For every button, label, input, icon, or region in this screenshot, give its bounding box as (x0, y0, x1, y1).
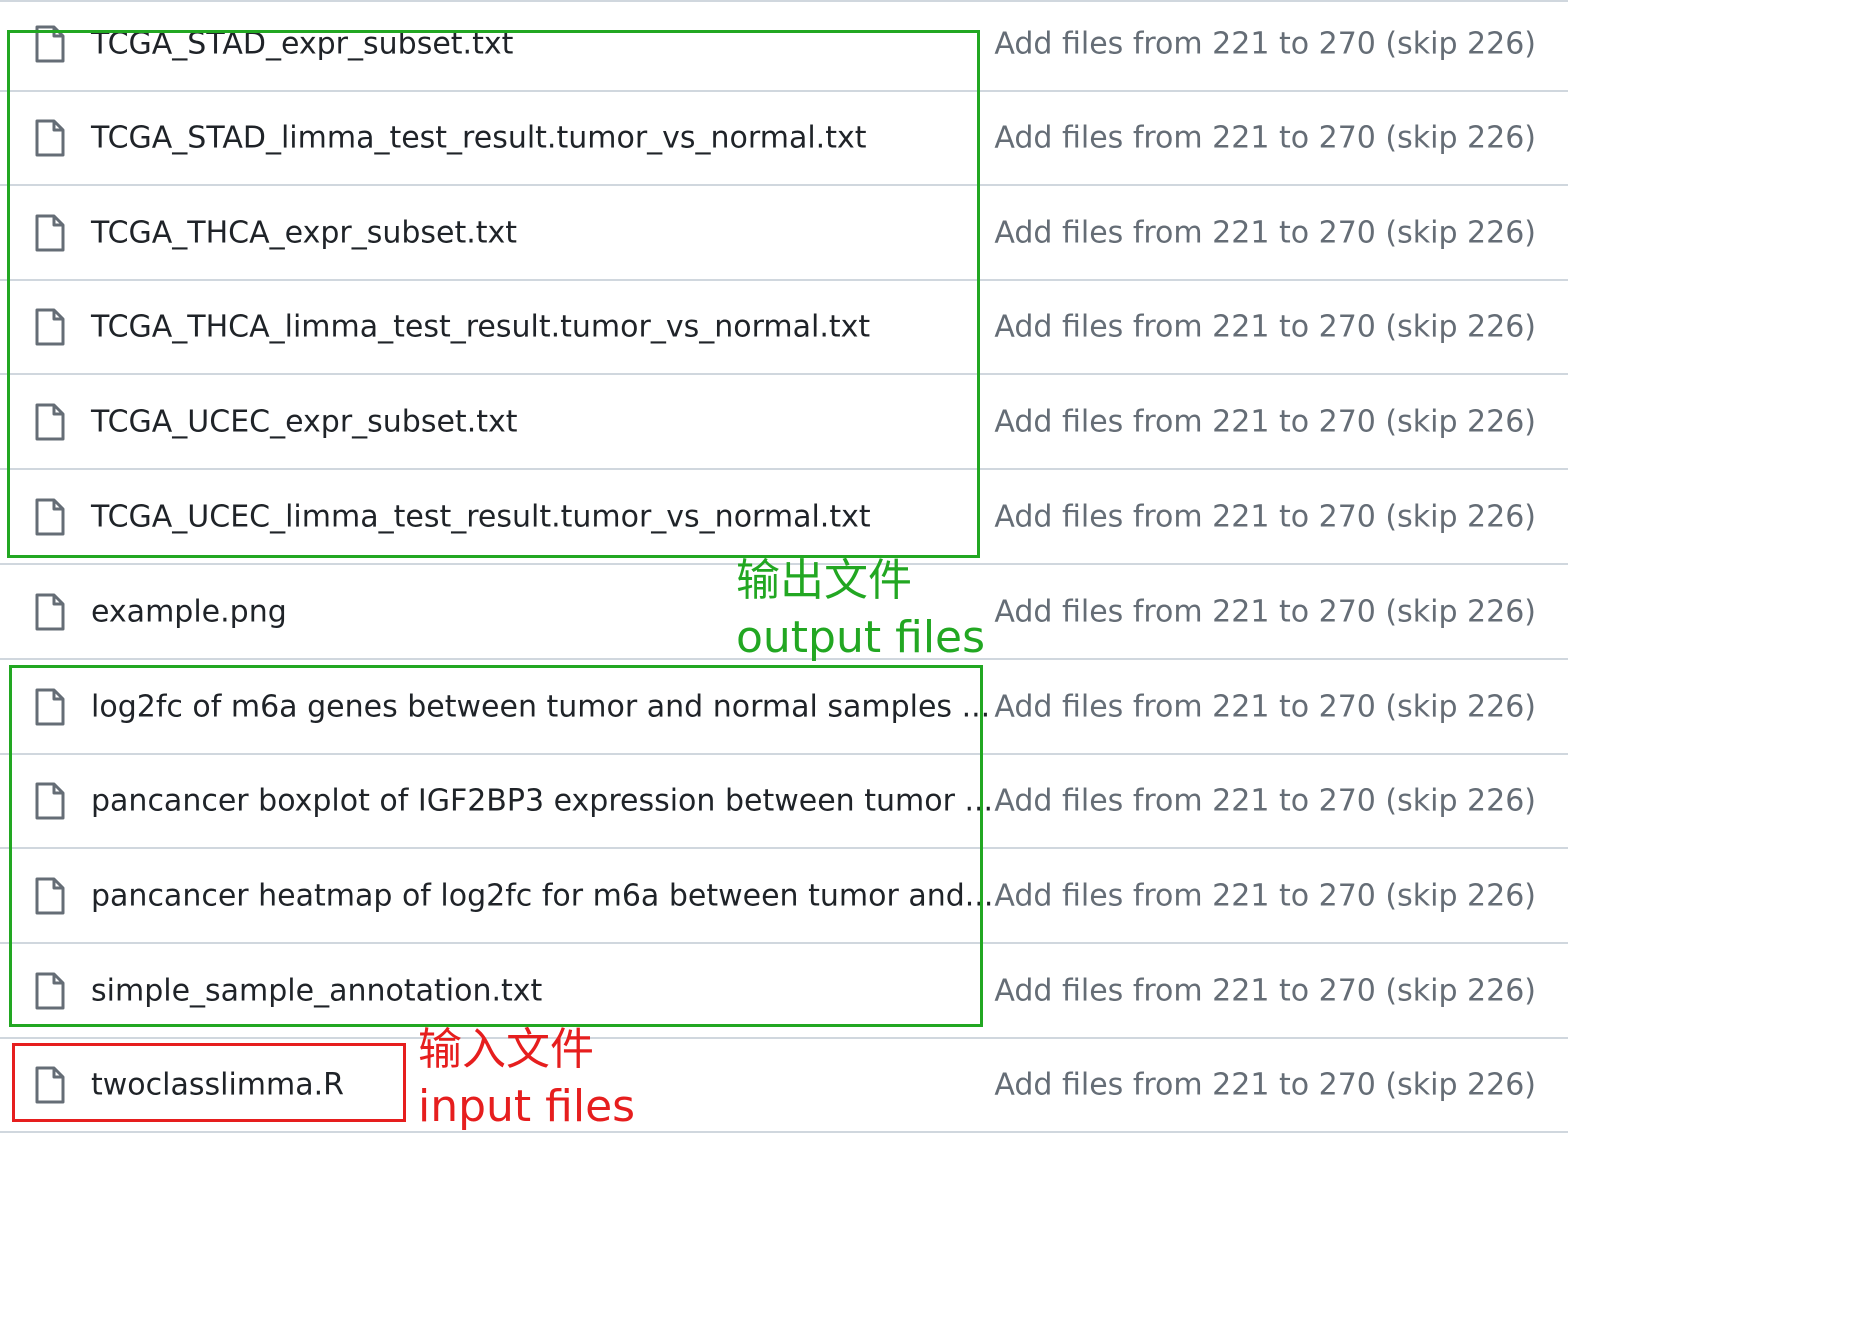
file-list: TCGA_STAD_expr_subset.txt Add files from… (0, 0, 1568, 1133)
file-row: TCGA_STAD_expr_subset.txt Add files from… (0, 0, 1568, 92)
file-name-link[interactable]: log2fc of m6a genes between tumor and no… (91, 690, 990, 725)
file-name-link[interactable]: pancancer heatmap of log2fc for m6a betw… (91, 879, 993, 914)
file-name-link[interactable]: simple_sample_annotation.txt (91, 974, 542, 1009)
file-icon (34, 1066, 66, 1104)
file-row: example.png Add files from 221 to 270 (s… (0, 566, 1568, 660)
file-row: simple_sample_annotation.txt Add files f… (0, 945, 1568, 1039)
commit-message-link[interactable]: Add files from 221 to 270 (skip 226) (994, 1068, 1536, 1103)
commit-message-link[interactable]: Add files from 221 to 270 (skip 226) (994, 595, 1536, 630)
file-icon (34, 25, 66, 63)
file-name-link[interactable]: TCGA_THCA_expr_subset.txt (91, 216, 517, 251)
file-name-link[interactable]: TCGA_UCEC_limma_test_result.tumor_vs_nor… (91, 500, 871, 535)
commit-message-link[interactable]: Add files from 221 to 270 (skip 226) (994, 879, 1536, 914)
commit-message-link[interactable]: Add files from 221 to 270 (skip 226) (994, 405, 1536, 440)
file-name-link[interactable]: twoclasslimma.R (91, 1068, 344, 1103)
file-row: twoclasslimma.R Add files from 221 to 27… (0, 1039, 1568, 1133)
file-name-link[interactable]: pancancer boxplot of IGF2BP3 expression … (91, 784, 993, 819)
file-row: TCGA_THCA_expr_subset.txt Add files from… (0, 187, 1568, 281)
file-icon (34, 403, 66, 441)
file-row: log2fc of m6a genes between tumor and no… (0, 661, 1568, 755)
file-row: pancancer boxplot of IGF2BP3 expression … (0, 755, 1568, 849)
file-row: pancancer heatmap of log2fc for m6a betw… (0, 850, 1568, 944)
file-name-link[interactable]: example.png (91, 595, 287, 630)
commit-message-link[interactable]: Add files from 221 to 270 (skip 226) (994, 974, 1536, 1009)
commit-message-link[interactable]: Add files from 221 to 270 (skip 226) (994, 121, 1536, 156)
commit-message-link[interactable]: Add files from 221 to 270 (skip 226) (994, 784, 1536, 819)
file-name-link[interactable]: TCGA_UCEC_expr_subset.txt (91, 405, 518, 440)
file-icon (34, 214, 66, 252)
file-row: TCGA_STAD_limma_test_result.tumor_vs_nor… (0, 92, 1568, 186)
file-icon (34, 972, 66, 1010)
file-icon (34, 308, 66, 346)
file-name-link[interactable]: TCGA_STAD_expr_subset.txt (91, 27, 513, 62)
commit-message-link[interactable]: Add files from 221 to 270 (skip 226) (994, 690, 1536, 725)
file-row: TCGA_THCA_limma_test_result.tumor_vs_nor… (0, 281, 1568, 375)
file-icon (34, 593, 66, 631)
file-row: TCGA_UCEC_expr_subset.txt Add files from… (0, 376, 1568, 470)
file-icon (34, 877, 66, 915)
commit-message-link[interactable]: Add files from 221 to 270 (skip 226) (994, 216, 1536, 251)
commit-message-link[interactable]: Add files from 221 to 270 (skip 226) (994, 500, 1536, 535)
file-row: TCGA_UCEC_limma_test_result.tumor_vs_nor… (0, 471, 1568, 565)
file-icon (34, 688, 66, 726)
file-name-link[interactable]: TCGA_THCA_limma_test_result.tumor_vs_nor… (91, 310, 870, 345)
file-icon (34, 782, 66, 820)
file-icon (34, 119, 66, 157)
commit-message-link[interactable]: Add files from 221 to 270 (skip 226) (994, 27, 1536, 62)
file-name-link[interactable]: TCGA_STAD_limma_test_result.tumor_vs_nor… (91, 121, 866, 156)
file-icon (34, 498, 66, 536)
commit-message-link[interactable]: Add files from 221 to 270 (skip 226) (994, 310, 1536, 345)
